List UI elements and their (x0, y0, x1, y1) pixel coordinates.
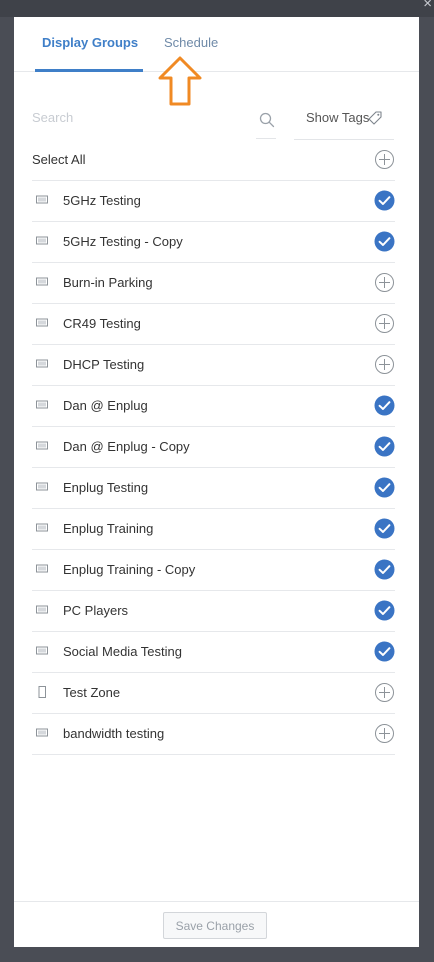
display-icon (36, 728, 48, 737)
display-icon (36, 646, 48, 655)
display-group-row[interactable]: PC Players (32, 591, 395, 632)
check-circle-icon[interactable] (374, 641, 395, 662)
display-icon (36, 236, 48, 245)
check-circle-icon[interactable] (374, 518, 395, 539)
modal-footer: Save Changes (14, 901, 419, 948)
check-circle-icon[interactable] (374, 559, 395, 580)
search-row: Show Tags (32, 105, 397, 140)
select-all-row[interactable]: Select All (32, 140, 395, 181)
show-tags-button[interactable]: Show Tags (294, 105, 394, 140)
plus-circle-icon[interactable] (374, 354, 395, 375)
active-tab-indicator (35, 69, 143, 72)
check-circle-icon[interactable] (374, 395, 395, 416)
display-group-name: CR49 Testing (63, 316, 141, 331)
up-arrow-icon (158, 56, 202, 106)
tag-icon (368, 111, 382, 125)
display-group-row[interactable]: Dan @ Enplug - Copy (32, 427, 395, 468)
plus-circle-icon[interactable] (374, 272, 395, 293)
display-group-name: DHCP Testing (63, 357, 145, 372)
display-group-name: Burn-in Parking (63, 275, 153, 290)
display-group-name: Enplug Training (63, 521, 154, 536)
display-icon (36, 318, 48, 327)
display-group-name: bandwidth testing (63, 726, 165, 741)
display-icon (36, 564, 48, 573)
plus-circle-icon[interactable] (374, 723, 395, 744)
display-group-row[interactable]: Enplug Testing (32, 468, 395, 509)
display-group-row[interactable]: 5GHz Testing - Copy (32, 222, 395, 263)
display-group-row[interactable]: Test Zone (32, 673, 395, 714)
display-group-name: Enplug Testing (63, 480, 149, 495)
plus-circle-icon[interactable] (374, 313, 395, 334)
search-icon[interactable] (258, 111, 276, 129)
display-icon (36, 400, 48, 409)
check-circle-icon[interactable] (374, 190, 395, 211)
tab-schedule[interactable]: Schedule (164, 35, 218, 50)
show-tags-label: Show Tags (306, 110, 370, 125)
display-group-row[interactable]: Enplug Training - Copy (32, 550, 395, 591)
display-group-name: Test Zone (63, 685, 121, 700)
display-group-row[interactable]: DHCP Testing (32, 345, 395, 386)
display-group-row[interactable]: Enplug Training (32, 509, 395, 550)
display-group-name: Social Media Testing (63, 644, 182, 659)
check-circle-icon[interactable] (374, 231, 395, 252)
display-group-list: Select All 5GHz Testing 5GHz Testing - Co… (32, 140, 395, 755)
display-group-name: 5GHz Testing - Copy (63, 234, 183, 249)
display-group-name: Dan @ Enplug (63, 398, 148, 413)
display-group-row[interactable]: CR49 Testing (32, 304, 395, 345)
plus-circle-icon[interactable] (374, 682, 395, 703)
display-group-row[interactable]: bandwidth testing (32, 714, 395, 755)
display-group-name: 5GHz Testing (63, 193, 141, 208)
display-icon (36, 482, 48, 491)
tab-display-groups[interactable]: Display Groups (42, 35, 138, 50)
display-group-row[interactable]: Dan @ Enplug (32, 386, 395, 427)
check-circle-icon[interactable] (374, 436, 395, 457)
display-icon (36, 523, 48, 532)
display-group-name: Enplug Training - Copy (63, 562, 196, 577)
display-icon (36, 441, 48, 450)
display-group-row[interactable]: Burn-in Parking (32, 263, 395, 304)
check-circle-icon[interactable] (374, 477, 395, 498)
top-bar: × (0, 0, 434, 17)
search-input[interactable] (32, 105, 252, 129)
close-icon[interactable]: × (423, 0, 432, 11)
plus-circle-icon[interactable] (374, 149, 395, 170)
display-group-row[interactable]: Social Media Testing (32, 632, 395, 673)
tab-bar: Display Groups Schedule (14, 17, 419, 72)
display-icon (36, 605, 48, 614)
display-group-name: PC Players (63, 603, 129, 618)
display-group-name: Dan @ Enplug - Copy (63, 439, 190, 454)
select-all-label: Select All (32, 152, 86, 167)
search-underline (256, 138, 276, 139)
display-icon (38, 686, 46, 698)
display-icon (36, 359, 48, 368)
display-groups-modal: Display Groups Schedule Show Tags Select… (14, 17, 419, 947)
display-icon (36, 277, 48, 286)
display-icon (36, 195, 48, 204)
save-changes-button[interactable]: Save Changes (163, 912, 267, 939)
display-group-row[interactable]: 5GHz Testing (32, 181, 395, 222)
check-circle-icon[interactable] (374, 600, 395, 621)
